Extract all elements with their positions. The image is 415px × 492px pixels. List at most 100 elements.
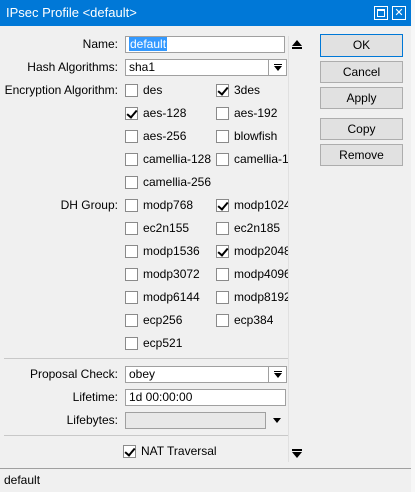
- checkbox-label: aes-128: [143, 106, 187, 120]
- checkbox-label: modp8192: [234, 290, 291, 304]
- cancel-button[interactable]: Cancel: [320, 61, 403, 83]
- name-value: default: [129, 37, 168, 51]
- checkbox-icon[interactable]: [216, 244, 229, 258]
- checkbox-option[interactable]: camellia-256: [125, 174, 211, 190]
- hash-value: sha1: [129, 60, 156, 74]
- checkbox-option[interactable]: aes-256: [125, 128, 186, 144]
- vertical-scrollbar[interactable]: [288, 36, 304, 462]
- checkbox-icon[interactable]: [123, 444, 136, 458]
- lifebytes-dropdown-icon[interactable]: [268, 412, 287, 429]
- checkbox-label: camellia-128: [143, 152, 212, 166]
- dh-group-label: DH Group:: [60, 198, 118, 212]
- checkbox-option[interactable]: camellia-192: [216, 151, 292, 167]
- window-title: IPsec Profile <default>: [6, 5, 137, 20]
- scroll-down-icon[interactable]: [289, 446, 304, 462]
- checkbox-label: modp1024: [234, 198, 291, 212]
- checkbox-option[interactable]: modp6144: [125, 289, 200, 305]
- checkbox-option[interactable]: blowfish: [216, 128, 277, 144]
- checkbox-label: aes-192: [234, 106, 278, 120]
- checkbox-icon[interactable]: [125, 313, 138, 327]
- checkbox-option[interactable]: modp1536: [125, 243, 200, 259]
- checkbox-option[interactable]: ec2n155: [125, 220, 189, 236]
- checkbox-label: ec2n155: [143, 221, 190, 235]
- checkbox-icon[interactable]: [216, 152, 229, 166]
- checkbox-option[interactable]: aes-128: [125, 105, 186, 121]
- ipsec-profile-window: IPsec Profile <default> ✕ Name: default …: [0, 0, 411, 492]
- checkbox-label: modp3072: [143, 267, 200, 281]
- checkbox-option[interactable]: ecp384: [216, 312, 273, 328]
- checkbox-icon[interactable]: [125, 129, 138, 143]
- checkbox-option[interactable]: camellia-128: [125, 151, 211, 167]
- checkbox-label: camellia-256: [143, 175, 212, 189]
- name-label: Name:: [82, 37, 118, 51]
- checkbox-icon[interactable]: [125, 106, 138, 120]
- checkbox-label: modp6144: [143, 290, 200, 304]
- proposal-check-select[interactable]: obey: [125, 366, 269, 383]
- title-bar[interactable]: IPsec Profile <default> ✕: [0, 0, 411, 26]
- checkbox-icon[interactable]: [216, 129, 229, 143]
- checkbox-label: des: [143, 83, 163, 97]
- ok-button[interactable]: OK: [320, 34, 403, 57]
- checkbox-icon[interactable]: [125, 175, 138, 189]
- checkbox-icon[interactable]: [216, 313, 229, 327]
- checkbox-icon[interactable]: [125, 198, 138, 212]
- lifetime-value: 1d 00:00:00: [129, 390, 193, 404]
- checkbox-option[interactable]: des: [125, 82, 162, 98]
- checkbox-icon[interactable]: [216, 83, 229, 97]
- apply-button[interactable]: Apply: [320, 87, 403, 109]
- checkbox-option[interactable]: modp768: [125, 197, 193, 213]
- checkbox-option[interactable]: ecp256: [125, 312, 182, 328]
- checkbox-icon[interactable]: [125, 221, 138, 235]
- checkbox-icon[interactable]: [125, 83, 138, 97]
- lifetime-label: Lifetime:: [72, 390, 118, 404]
- hash-dropdown-icon[interactable]: [268, 59, 287, 76]
- checkbox-label: ec2n185: [234, 221, 281, 235]
- hash-select[interactable]: sha1: [125, 59, 269, 76]
- nat-traversal-label: NAT Traversal: [141, 444, 217, 458]
- status-bar: default: [0, 468, 411, 492]
- checkbox-label: blowfish: [234, 129, 278, 143]
- checkbox-icon[interactable]: [125, 336, 138, 350]
- checkbox-option[interactable]: modp4096: [216, 266, 291, 282]
- lifebytes-field[interactable]: [125, 412, 266, 429]
- checkbox-icon[interactable]: [216, 106, 229, 120]
- scroll-up-icon[interactable]: [289, 36, 304, 52]
- checkbox-label: ecp521: [143, 336, 183, 350]
- name-field[interactable]: default: [125, 36, 285, 53]
- checkbox-option[interactable]: modp1024: [216, 197, 291, 213]
- checkbox-option[interactable]: modp2048: [216, 243, 291, 259]
- encryption-label: Encryption Algorithm:: [4, 83, 118, 97]
- background-edge: [411, 0, 415, 492]
- checkbox-label: modp4096: [234, 267, 291, 281]
- checkbox-label: modp1536: [143, 244, 200, 258]
- proposal-check-label: Proposal Check:: [29, 367, 118, 381]
- remove-button[interactable]: Remove: [320, 144, 403, 166]
- copy-button[interactable]: Copy: [320, 118, 403, 140]
- nat-traversal-checkbox[interactable]: NAT Traversal: [123, 443, 217, 459]
- lifebytes-label: Lifebytes:: [66, 413, 118, 427]
- checkbox-icon[interactable]: [216, 267, 229, 281]
- checkbox-icon[interactable]: [216, 290, 229, 304]
- proposal-dropdown-icon[interactable]: [268, 366, 287, 383]
- checkbox-icon[interactable]: [216, 198, 229, 212]
- checkbox-icon[interactable]: [125, 244, 138, 258]
- checkbox-option[interactable]: ecp521: [125, 335, 182, 351]
- checkbox-icon[interactable]: [125, 290, 138, 304]
- checkbox-icon[interactable]: [216, 221, 229, 235]
- checkbox-option[interactable]: aes-192: [216, 105, 277, 121]
- checkbox-label: ecp256: [143, 313, 183, 327]
- checkbox-option[interactable]: 3des: [216, 82, 260, 98]
- maximize-icon[interactable]: [374, 6, 388, 20]
- checkbox-option[interactable]: ec2n185: [216, 220, 280, 236]
- proposal-check-value: obey: [129, 367, 156, 381]
- checkbox-label: aes-256: [143, 129, 187, 143]
- checkbox-icon[interactable]: [125, 267, 138, 281]
- status-text: default: [4, 473, 41, 487]
- lifetime-field[interactable]: 1d 00:00:00: [125, 389, 286, 406]
- checkbox-label: camellia-192: [234, 152, 292, 166]
- checkbox-label: modp768: [143, 198, 194, 212]
- checkbox-option[interactable]: modp8192: [216, 289, 291, 305]
- checkbox-icon[interactable]: [125, 152, 138, 166]
- checkbox-option[interactable]: modp3072: [125, 266, 200, 282]
- close-icon[interactable]: ✕: [392, 6, 406, 20]
